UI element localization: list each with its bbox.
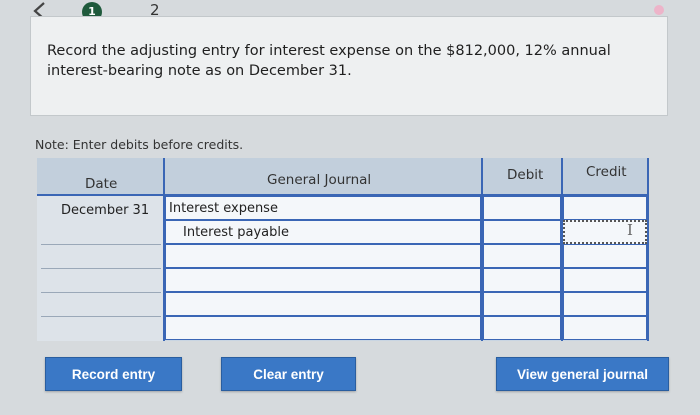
header-date: Date bbox=[85, 176, 118, 192]
account-input-5[interactable] bbox=[165, 292, 481, 316]
credit-input-5[interactable] bbox=[563, 292, 647, 316]
account-input-4[interactable] bbox=[165, 268, 481, 292]
debit-input-2[interactable] bbox=[483, 220, 561, 244]
column-divider bbox=[163, 158, 165, 341]
text-cursor-icon: I bbox=[627, 221, 633, 239]
account-text-1: Interest expense bbox=[169, 201, 278, 216]
debit-input-4[interactable] bbox=[483, 268, 561, 292]
debit-input-6[interactable] bbox=[483, 316, 561, 340]
column-divider bbox=[647, 158, 649, 341]
column-divider bbox=[561, 158, 563, 341]
question-text: Record the adjusting entry for interest … bbox=[47, 43, 611, 79]
credit-input-6[interactable] bbox=[563, 316, 647, 340]
date-row-line bbox=[41, 292, 161, 293]
date-row-line bbox=[41, 268, 161, 269]
credit-input-2[interactable] bbox=[563, 220, 647, 244]
debit-input-3[interactable] bbox=[483, 244, 561, 268]
credit-input-4[interactable] bbox=[563, 268, 647, 292]
column-divider bbox=[481, 158, 483, 341]
debit-input-5[interactable] bbox=[483, 292, 561, 316]
account-input-3[interactable] bbox=[165, 244, 481, 268]
journal-table: Date General Journal Debit Credit Decemb… bbox=[37, 158, 649, 341]
account-text-2: Interest payable bbox=[183, 225, 289, 240]
credit-input-3[interactable] bbox=[563, 244, 647, 268]
header-debit: Debit bbox=[507, 167, 544, 183]
header-general-journal: General Journal bbox=[267, 172, 372, 188]
question-panel: Record the adjusting entry for interest … bbox=[30, 16, 668, 116]
date-row-line bbox=[41, 316, 161, 317]
indicator-dot bbox=[654, 5, 664, 15]
account-input-6[interactable] bbox=[165, 316, 481, 340]
clear-entry-button[interactable]: Clear entry bbox=[221, 357, 356, 391]
header-credit: Credit bbox=[586, 164, 627, 180]
date-cell: December 31 bbox=[61, 203, 150, 218]
record-entry-button[interactable]: Record entry bbox=[45, 357, 182, 391]
credit-input-1[interactable] bbox=[563, 196, 647, 220]
view-general-journal-button[interactable]: View general journal bbox=[496, 357, 669, 391]
date-row-line bbox=[41, 244, 161, 245]
note-text: Note: Enter debits before credits. bbox=[35, 137, 244, 152]
debit-input-1[interactable] bbox=[483, 196, 561, 220]
